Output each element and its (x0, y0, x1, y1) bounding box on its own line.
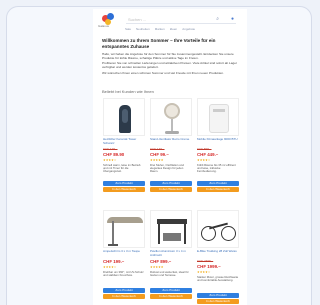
product-card[interactable]: Mobile Klimaanlage 9000 BTU CHF 599.– CH… (197, 98, 239, 192)
product-description: Schnell warm, leise im Betrieb und mit T… (103, 163, 141, 174)
product-card[interactable]: Heizlüfter Keramik Tower Schwarz CHF 129… (103, 98, 145, 192)
view-product-button[interactable]: Zum Produkt (197, 292, 239, 298)
view-product-button[interactable]: Zum Produkt (150, 180, 192, 186)
user-icon[interactable]: ● (231, 16, 234, 23)
add-to-cart-button[interactable]: In den Warenkorb (103, 294, 145, 299)
nav-item[interactable]: Angebote (182, 27, 195, 31)
rating-stars: ★★★★☆ (197, 157, 211, 162)
add-to-cart-button[interactable]: In den Warenkorb (150, 186, 192, 192)
intro-section: Willkommen zu Ihrem Sommer – Ihre Vortei… (102, 38, 240, 75)
intro-paragraph: Wir wünschen Ihnen einen schönen Sommer … (102, 70, 224, 75)
rating-stars: ★★★★★ (150, 157, 164, 162)
product-name[interactable]: Mobile Klimaanlage 9000 BTU (197, 138, 239, 146)
product-name[interactable]: Stand-Ventilator Retro Creme (150, 138, 192, 146)
product-price: CHF 449.– (197, 151, 219, 157)
product-card[interactable]: Stand-Ventilator Retro Creme CHF 149.– C… (150, 98, 192, 192)
product-price: CHF 1999.– (197, 263, 221, 269)
product-price: CHF 899.– (150, 259, 172, 264)
product-price: CHF 199.– (103, 259, 125, 264)
view-product-button[interactable]: Zum Produkt (103, 288, 145, 293)
email-header: Galaxus Suchen ... ⌕ ● Sale Neuheiten Ma… (93, 9, 247, 31)
search-input[interactable]: Suchen ... ⌕ ● (126, 16, 236, 24)
add-to-cart-button[interactable]: In den Warenkorb (197, 298, 239, 304)
product-old-price: CHF 149.– (150, 147, 165, 151)
product-card[interactable]: E-Bike Trekking 28 Zoll Weiss CHF 2499.–… (197, 210, 239, 304)
rating-stars: ★★★★☆ (103, 265, 117, 269)
search-icon[interactable]: ⌕ (216, 16, 219, 23)
product-image[interactable] (103, 98, 145, 136)
product-card[interactable]: Ampelschirm 3 x 3 m Taupe CHF 199.– ★★★★… (103, 210, 145, 299)
product-description: Drei Stufen, Oszillation und elegantes D… (150, 163, 184, 174)
view-product-button[interactable]: Zum Produkt (103, 180, 145, 186)
product-card[interactable]: Pavillon Aluminium 3 x 4 m Anthrazit CHF… (150, 210, 192, 299)
add-to-cart-button[interactable]: In den Warenkorb (103, 186, 145, 192)
nav-bar: Sale Neuheiten Marken Ideen Angebote (125, 27, 195, 31)
nav-item[interactable]: Ideen (170, 27, 178, 31)
product-image[interactable] (103, 210, 145, 248)
product-price: CHF 89.90 (103, 151, 125, 157)
view-product-button[interactable]: Zum Produkt (197, 180, 239, 186)
brand-name: Galaxus (98, 24, 110, 28)
product-image[interactable] (197, 210, 239, 248)
rating-stars: ★★★★☆ (103, 157, 117, 162)
view-product-button[interactable]: Zum Produkt (150, 288, 192, 293)
nav-item[interactable]: Sale (125, 27, 131, 31)
product-description: Starker Motor, grosse Reichweite und kom… (197, 275, 239, 282)
product-old-price: CHF 129.– (103, 147, 118, 151)
section-title: Beliebt bei Kunden wie Ihnen (102, 89, 154, 94)
intro-paragraph: Hallo, wir haben die Angebote für den So… (102, 51, 234, 60)
intro-title: Willkommen zu Ihrem Sommer – Ihre Vortei… (102, 38, 216, 49)
add-to-cart-button[interactable]: In den Warenkorb (197, 186, 239, 192)
rating-stars: ★★★★☆ (197, 269, 211, 274)
preview-frame: Galaxus Suchen ... ⌕ ● Sale Neuheiten Ma… (6, 6, 312, 305)
product-name[interactable]: Pavillon Aluminium 3 x 4 m Anthrazit (150, 250, 192, 258)
nav-item[interactable]: Marken (155, 27, 165, 31)
product-image[interactable] (150, 98, 192, 136)
search-placeholder: Suchen ... (128, 17, 147, 22)
product-old-price: CHF 599.– (197, 147, 212, 151)
product-description: Drehbar um 360°, mit UV-Schutz und stabi… (103, 271, 144, 278)
product-name[interactable]: Ampelschirm 3 x 3 m Taupe (103, 250, 145, 258)
product-old-price: CHF 2499.– (197, 259, 214, 263)
intro-paragraph: Profitieren Sie von schnellen Lieferunge… (102, 61, 237, 69)
add-to-cart-button[interactable]: In den Warenkorb (150, 294, 192, 299)
product-description: Kühlt Räume bis 35 m² effizient und leis… (197, 163, 236, 174)
product-name[interactable]: Heizlüfter Keramik Tower Schwarz (103, 138, 145, 146)
product-image[interactable] (197, 98, 239, 136)
product-image[interactable] (150, 210, 192, 248)
product-name[interactable]: E-Bike Trekking 28 Zoll Weiss (197, 250, 239, 258)
product-description: Robust und wetterfest, ideal für Garten … (150, 271, 189, 278)
rating-stars: ★★★★★ (150, 265, 164, 269)
email-preview[interactable]: Galaxus Suchen ... ⌕ ● Sale Neuheiten Ma… (93, 9, 247, 305)
product-price: CHF 99.– (150, 151, 169, 157)
nav-item[interactable]: Neuheiten (136, 27, 150, 31)
